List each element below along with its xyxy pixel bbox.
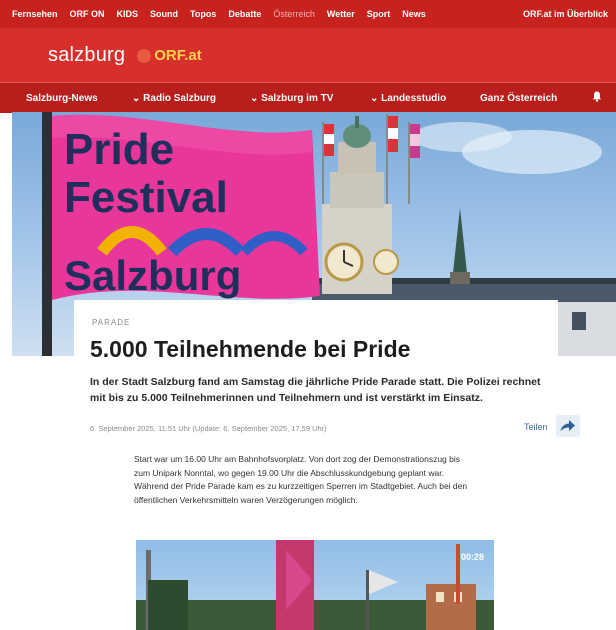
orf-logo-icon xyxy=(137,49,152,63)
site-logo-text[interactable]: salzburg xyxy=(48,44,125,67)
article-kicker: PARADE xyxy=(92,318,131,327)
top-nav-topos[interactable]: Topos xyxy=(178,9,216,19)
flag-text-salzburg: Salzburg xyxy=(64,252,241,299)
subnav-ganz-oesterreich[interactable]: Ganz Österreich xyxy=(480,93,557,104)
subnav-landesstudio-label: Landesstudio xyxy=(381,92,447,104)
flag-text-pride: Pride xyxy=(64,125,174,174)
video-duration-badge: 00:28 xyxy=(460,552,484,562)
bell-icon[interactable] xyxy=(592,91,602,105)
share-button[interactable] xyxy=(556,415,580,437)
top-nav-sport[interactable]: Sport xyxy=(355,9,391,19)
top-nav-wetter[interactable]: Wetter xyxy=(315,9,355,19)
subnav-salzburg-news[interactable]: Salzburg-News xyxy=(26,93,98,104)
brand-bar: salzburg ORF.at xyxy=(0,28,616,82)
subnav-landesstudio[interactable]: ⌄ Landesstudio xyxy=(370,93,446,104)
article-dateline: 6. September 2025, 11.51 Uhr (Update: 6.… xyxy=(90,424,327,433)
article-card: PARADE 5.000 Teilnehmende bei Pride In d… xyxy=(74,300,580,630)
share-label[interactable]: Teilen xyxy=(524,422,548,432)
subnav-salzburg-im-tv[interactable]: ⌄ Salzburg im TV xyxy=(250,93,333,104)
top-nav-news[interactable]: News xyxy=(390,9,426,19)
top-nav-oesterreich[interactable]: Österreich xyxy=(261,9,315,19)
article-lead: In der Stadt Salzburg fand am Samstag di… xyxy=(90,376,541,404)
subnav-radio-label: Radio Salzburg xyxy=(143,92,216,104)
top-nav-sound[interactable]: Sound xyxy=(138,9,178,19)
article-headline: 5.000 Teilnehmende bei Pride xyxy=(90,336,411,362)
top-nav-overview[interactable]: ORF.at im Überblick xyxy=(511,9,616,19)
share-arrow-icon xyxy=(560,420,575,432)
video-thumbnail xyxy=(136,540,494,630)
top-nav-fernsehen[interactable]: Fernsehen xyxy=(0,9,58,19)
subnav-radio-salzburg[interactable]: ⌄ Radio Salzburg xyxy=(132,93,216,104)
flag-text-festival: Festival xyxy=(64,173,228,222)
section-navigation: Salzburg-News ⌄ Radio Salzburg ⌄ Salzbur… xyxy=(0,82,616,113)
video-player[interactable]: 00:28 xyxy=(136,540,494,630)
subnav-tv-label: Salzburg im TV xyxy=(261,92,334,104)
top-nav-orf-on[interactable]: ORF ON xyxy=(58,9,105,19)
top-nav-debatte[interactable]: Debatte xyxy=(216,9,261,19)
orf-logo-text[interactable]: ORF.at xyxy=(154,47,202,64)
article-body: Start war um 16.00 Uhr am Bahnhofsvorpla… xyxy=(134,454,468,505)
top-nav-kids[interactable]: KIDS xyxy=(105,9,139,19)
top-navigation: Fernsehen ORF ON KIDS Sound Topos Debatt… xyxy=(0,0,616,28)
